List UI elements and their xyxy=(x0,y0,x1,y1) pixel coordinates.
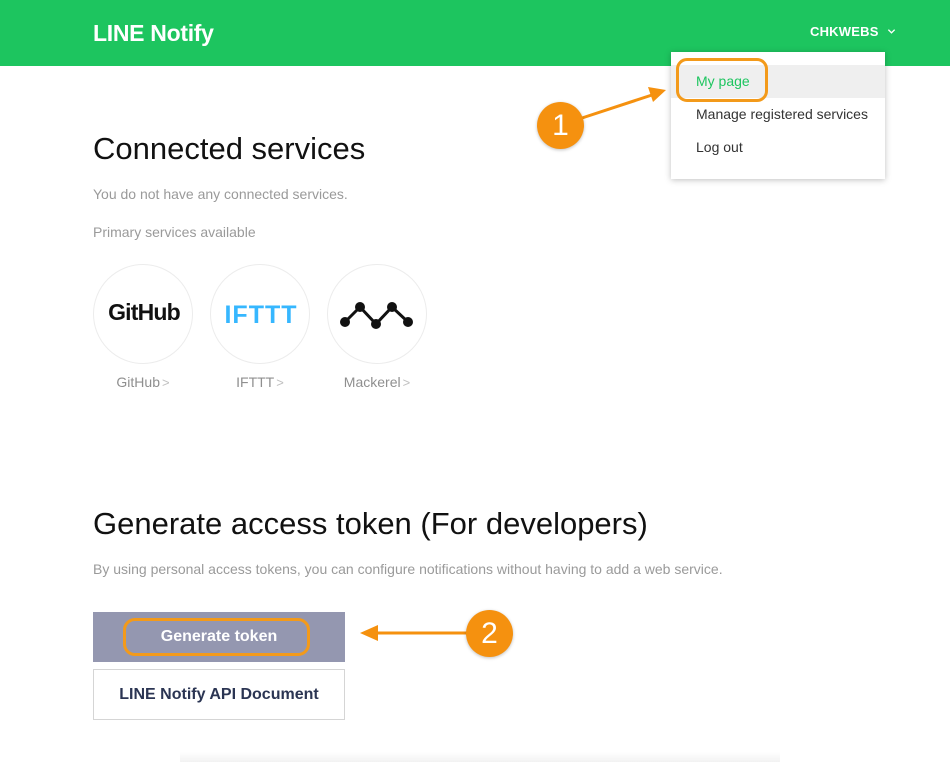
chevron-down-icon xyxy=(887,29,895,34)
line-notify-logo[interactable]: LINE Notify xyxy=(93,20,214,47)
chevron-right-icon: > xyxy=(276,375,284,390)
service-label-github[interactable]: GitHub > xyxy=(88,374,198,390)
arrow-to-generate-token xyxy=(360,625,467,641)
highlight-my-page xyxy=(676,58,768,102)
user-menu-toggle[interactable]: CHKWEBS xyxy=(810,24,896,39)
chevron-right-icon: > xyxy=(402,375,411,390)
service-name: GitHub xyxy=(116,374,160,390)
step-2-badge: 2 xyxy=(466,610,513,657)
github-logo: GitHub xyxy=(108,299,181,325)
service-mackerel[interactable] xyxy=(327,264,427,364)
user-name: CHKWEBS xyxy=(810,24,879,39)
arrow-to-my-page xyxy=(581,87,666,120)
mackerel-icon xyxy=(340,302,413,329)
generate-token-button[interactable]: Generate token xyxy=(93,612,345,662)
generate-token-description: By using personal access tokens, you can… xyxy=(93,561,723,577)
generate-token-title: Generate access token (For developers) xyxy=(93,506,648,541)
menu-item-manage-services[interactable]: Manage registered services xyxy=(671,98,885,131)
connected-services-title: Connected services xyxy=(93,131,366,166)
service-name: IFTTT xyxy=(236,374,275,390)
api-document-button[interactable]: LINE Notify API Document xyxy=(93,669,345,720)
service-label-ifttt[interactable]: IFTTT > xyxy=(205,374,315,390)
footer-shadow xyxy=(180,752,780,762)
service-ifttt[interactable]: IFTTT xyxy=(210,264,310,364)
ifttt-logo: IFTTT xyxy=(224,301,298,329)
chevron-right-icon: > xyxy=(161,375,170,390)
service-github[interactable]: GitHub xyxy=(93,264,193,364)
no-services-message: You do not have any connected services. xyxy=(93,186,348,202)
service-name: Mackerel xyxy=(343,374,401,390)
step-1-badge: 1 xyxy=(537,102,584,149)
service-label-mackerel[interactable]: Mackerel > xyxy=(322,374,432,390)
primary-services-label: Primary services available xyxy=(93,224,256,240)
menu-item-log-out[interactable]: Log out xyxy=(671,131,885,164)
